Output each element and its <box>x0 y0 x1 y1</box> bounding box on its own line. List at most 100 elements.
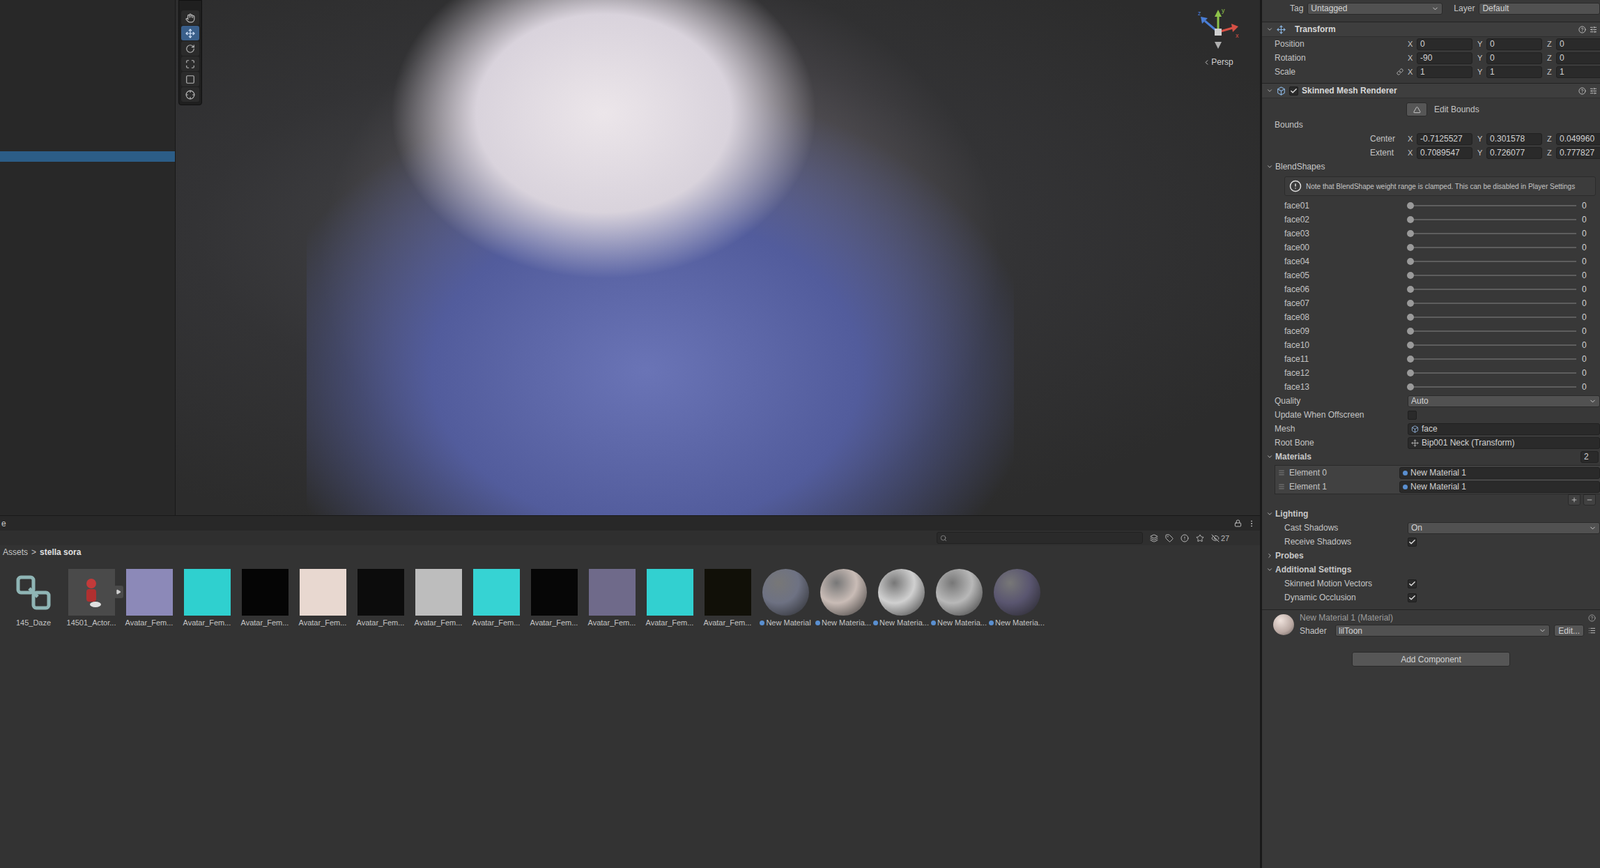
search-by-log[interactable] <box>1180 533 1189 543</box>
asset-tile[interactable]: Avatar_Fem... <box>468 568 525 627</box>
slider-value[interactable]: 0 <box>1580 241 1600 254</box>
slider-thumb[interactable] <box>1406 243 1414 251</box>
hierarchy-row[interactable] <box>0 140 175 152</box>
blendshape-slider[interactable] <box>1407 339 1577 351</box>
slider-value[interactable]: 0 <box>1580 213 1600 226</box>
remove-element-button[interactable] <box>1583 494 1596 506</box>
breadcrumb-item[interactable]: stella sora <box>39 547 81 557</box>
expand-button[interactable] <box>113 585 124 598</box>
tag-dropdown[interactable]: Untagged <box>1307 2 1443 15</box>
hierarchy-row[interactable] <box>0 46 175 58</box>
slider-value[interactable]: 0 <box>1580 297 1600 310</box>
slider-value[interactable]: 0 <box>1580 367 1600 380</box>
hierarchy-row[interactable] <box>0 88 175 99</box>
search-field[interactable] <box>936 531 1143 544</box>
property-checkbox[interactable] <box>1407 537 1417 547</box>
blendshape-slider[interactable] <box>1407 200 1577 212</box>
blendshapes-header[interactable]: BlendShapes <box>1262 159 1600 174</box>
array-size-field[interactable]: 2 <box>1580 450 1599 463</box>
number-field[interactable]: 0.301578 <box>1486 133 1543 145</box>
hierarchy-row[interactable] <box>0 151 175 162</box>
search-by-label[interactable] <box>1165 533 1174 543</box>
slider-thumb[interactable] <box>1406 327 1414 335</box>
lock-icon[interactable] <box>1234 519 1242 527</box>
slider-thumb[interactable] <box>1406 341 1414 349</box>
blendshape-slider[interactable] <box>1407 269 1577 281</box>
tool-button[interactable] <box>181 10 200 26</box>
slider-thumb[interactable] <box>1406 216 1414 223</box>
slider-thumb[interactable] <box>1406 285 1414 293</box>
section-header[interactable]: Lighting <box>1262 506 1600 521</box>
material-element[interactable]: Element 0New Material 1 <box>1275 465 1600 480</box>
blendshape-slider[interactable] <box>1407 311 1577 323</box>
slider-thumb[interactable] <box>1406 299 1414 307</box>
object-field[interactable]: New Material 1 <box>1399 466 1600 479</box>
hierarchy-row[interactable] <box>0 57 175 68</box>
edit-bounds-button[interactable] <box>1406 102 1428 117</box>
slider-value[interactable]: 0 <box>1580 339 1600 352</box>
breadcrumb-item[interactable]: Assets <box>2 547 28 557</box>
add-element-button[interactable] <box>1567 494 1581 506</box>
property-checkbox[interactable] <box>1407 410 1417 420</box>
blendshape-slider[interactable] <box>1407 255 1577 267</box>
scene-view[interactable]: zyxPersp <box>175 0 1260 515</box>
projection-toggle[interactable]: Persp <box>1200 55 1236 69</box>
asset-tile[interactable]: New Materia... <box>931 568 987 627</box>
number-field[interactable]: 0 <box>1556 38 1600 51</box>
hierarchy-row[interactable] <box>0 98 175 110</box>
asset-tile[interactable]: Avatar_Fem... <box>236 568 293 627</box>
number-field[interactable]: -0.7125527 <box>1416 133 1473 145</box>
slider-thumb[interactable] <box>1406 383 1414 391</box>
slider-thumb[interactable] <box>1406 257 1414 265</box>
asset-tile[interactable]: 14501_Actor... <box>63 568 120 627</box>
asset-tile[interactable]: Avatar_Fem... <box>121 568 178 627</box>
list-icon[interactable] <box>1588 626 1596 635</box>
number-field[interactable]: 0.7089547 <box>1416 147 1473 159</box>
slider-value[interactable]: 0 <box>1580 200 1600 212</box>
asset-tile[interactable]: Avatar_Fem... <box>410 568 467 627</box>
asset-tile[interactable]: New Materia... <box>815 568 872 627</box>
settings-icon[interactable] <box>1589 25 1598 34</box>
drag-handle-icon[interactable] <box>1278 482 1286 490</box>
slider-value[interactable]: 0 <box>1580 353 1600 366</box>
slider-thumb[interactable] <box>1406 202 1414 210</box>
help-icon[interactable] <box>1588 613 1596 622</box>
hierarchy-row[interactable] <box>0 119 175 131</box>
slider-thumb[interactable] <box>1406 229 1414 237</box>
asset-tile[interactable]: Avatar_Fem... <box>352 568 409 627</box>
tool-button[interactable] <box>181 56 200 72</box>
search-by-type[interactable] <box>1149 533 1159 543</box>
asset-tile[interactable]: Avatar_Fem... <box>641 568 698 627</box>
component-enabled-checkbox[interactable] <box>1289 86 1299 96</box>
slider-value[interactable]: 0 <box>1580 227 1600 240</box>
slider-value[interactable]: 0 <box>1580 381 1600 394</box>
section-header[interactable]: Probes <box>1262 548 1600 563</box>
number-field[interactable]: 0.726077 <box>1486 147 1543 159</box>
tool-button[interactable] <box>181 87 200 102</box>
link-icon[interactable] <box>1396 68 1404 76</box>
asset-tile[interactable]: Avatar_Fem... <box>526 568 582 627</box>
asset-tile[interactable]: Avatar_Fem... <box>179 568 235 627</box>
slider-thumb[interactable] <box>1406 369 1414 377</box>
object-field[interactable]: face <box>1407 422 1600 435</box>
blendshape-slider[interactable] <box>1407 241 1577 253</box>
asset-tile[interactable]: New Materia... <box>873 568 929 627</box>
tool-button[interactable] <box>181 25 200 41</box>
blendshape-slider[interactable] <box>1407 227 1577 240</box>
help-icon[interactable] <box>1578 25 1587 34</box>
slider-value[interactable]: 0 <box>1580 269 1600 282</box>
blendshape-slider[interactable] <box>1407 353 1577 365</box>
menu-icon[interactable] <box>1247 519 1256 528</box>
property-checkbox[interactable] <box>1407 593 1417 603</box>
section-header[interactable]: Additional Settings <box>1262 562 1600 577</box>
property-dropdown[interactable]: On <box>1407 521 1600 534</box>
slider-value[interactable]: 0 <box>1580 255 1600 268</box>
number-field[interactable]: 1 <box>1486 66 1543 79</box>
component-header[interactable]: Transform <box>1262 21 1600 37</box>
slider-value[interactable]: 0 <box>1580 325 1600 338</box>
help-icon[interactable] <box>1578 87 1587 95</box>
settings-icon[interactable] <box>1589 87 1598 95</box>
blendshape-slider[interactable] <box>1407 213 1577 226</box>
number-field[interactable]: 1 <box>1556 66 1600 79</box>
number-field[interactable]: -90 <box>1416 52 1473 65</box>
